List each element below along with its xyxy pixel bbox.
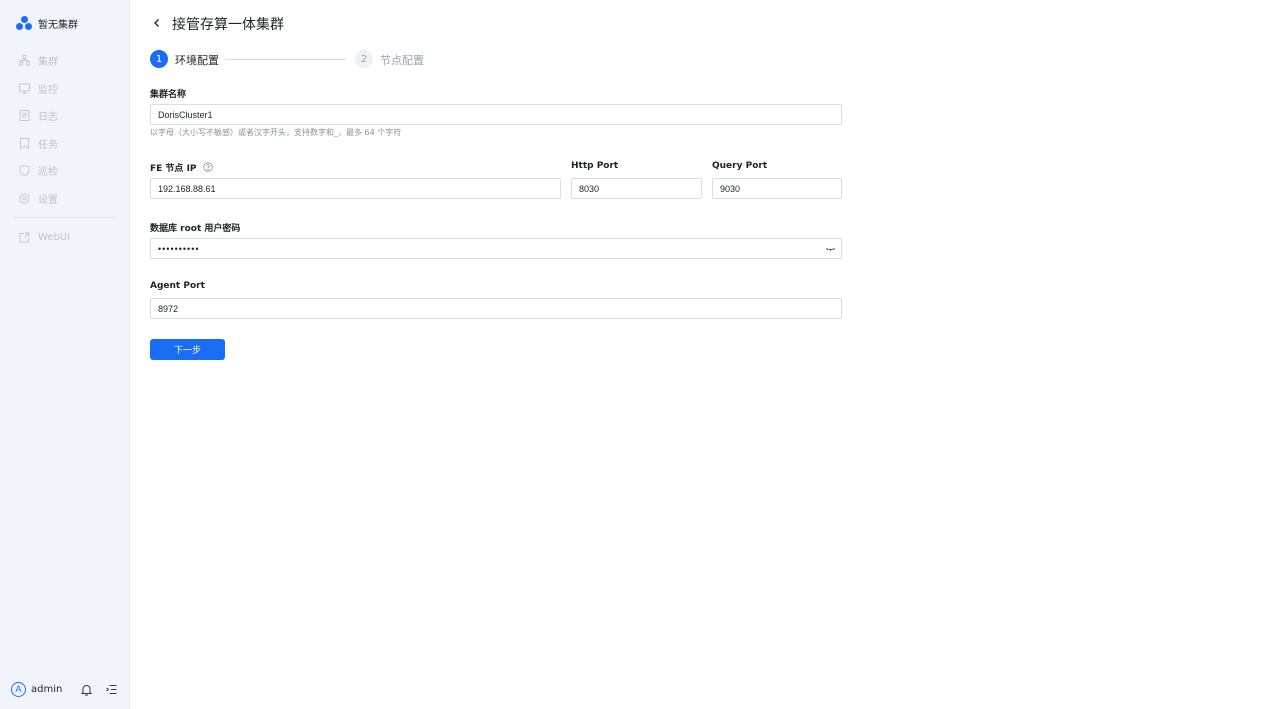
log-icon	[19, 110, 30, 122]
sidebar-item-log[interactable]: 日志	[0, 102, 130, 130]
fe-ip-label: FE 节点 IP	[150, 164, 197, 174]
sidebar-item-label: WebUI	[38, 232, 71, 244]
monitor-icon	[19, 83, 30, 94]
page-title: 接管存算一体集群	[172, 17, 284, 33]
sidebar-item-label: 巡检	[38, 167, 58, 179]
sidebar-item-label: 任务	[38, 139, 58, 151]
user-name[interactable]: admin	[31, 684, 62, 695]
settings-icon	[19, 192, 30, 204]
agent-port-input[interactable]: 8972	[150, 298, 842, 319]
cluster-name-label: 集群名称	[150, 90, 187, 100]
sidebar-item-task[interactable]: 任务	[0, 130, 130, 158]
fe-ip-input[interactable]: 192.168.88.61	[150, 178, 561, 199]
password-value: ••••••••••	[158, 243, 200, 254]
help-icon[interactable]	[202, 162, 213, 172]
root-password-input[interactable]: ••••••••••	[150, 238, 842, 259]
sidebar: 暂无集群 集群 监控 日志 任务 巡检 设置 WebUI A admin	[0, 0, 130, 709]
next-step-button[interactable]: 下一步	[150, 339, 225, 360]
sidebar-webui-section: WebUI	[0, 224, 130, 252]
sidebar-divider	[14, 217, 116, 218]
root-password-label: 数据库 root 用户密码	[150, 224, 241, 234]
main-content: 接管存算一体集群 1 环境配置 2 节点配置 集群名称 DorisCluster…	[130, 0, 1280, 709]
sidebar-item-label: 日志	[38, 112, 58, 124]
sidebar-item-label: 设置	[38, 194, 58, 206]
sidebar-nav: 集群 监控 日志 任务 巡检 设置	[0, 47, 130, 212]
sidebar-item-cluster[interactable]: 集群	[0, 47, 130, 75]
cluster-icon	[19, 55, 30, 66]
cluster-name-input[interactable]: DorisCluster1	[150, 104, 842, 125]
sidebar-item-settings[interactable]: 设置	[0, 185, 130, 213]
step-2-label: 节点配置	[380, 54, 424, 67]
http-port-label: Http Port	[571, 161, 619, 171]
cluster-logo-icon	[16, 15, 32, 31]
step-1-circle: 1	[150, 50, 168, 68]
sidebar-item-label: 监控	[38, 84, 58, 96]
query-port-input[interactable]: 9030	[712, 178, 842, 199]
task-icon	[19, 137, 30, 149]
bell-icon[interactable]	[80, 683, 93, 696]
step-1-label: 环境配置	[175, 54, 219, 67]
avatar[interactable]: A	[11, 682, 26, 697]
fe-ip-label-group: FE 节点 IP	[150, 161, 213, 174]
step-connector	[225, 59, 346, 60]
brand-name: 暂无集群	[38, 19, 78, 31]
eye-closed-icon[interactable]	[826, 245, 835, 253]
step-2-circle: 2	[355, 50, 373, 68]
brand[interactable]: 暂无集群	[16, 14, 78, 32]
http-port-input[interactable]: 8030	[571, 178, 702, 199]
cluster-name-hint: 以字母（大小写不敏感）或者汉字开头，支持数字和_，最多 64 个字符	[150, 128, 402, 137]
sidebar-item-label: 集群	[38, 57, 58, 69]
agent-port-label: Agent Port	[150, 281, 205, 291]
menu-fold-icon[interactable]	[105, 683, 118, 696]
sidebar-item-monitor[interactable]: 监控	[0, 75, 130, 103]
inspection-icon	[19, 165, 30, 177]
back-arrow-icon[interactable]	[150, 16, 164, 30]
query-port-label: Query Port	[712, 161, 768, 171]
sidebar-item-webui[interactable]: WebUI	[0, 224, 130, 252]
external-link-icon	[19, 232, 30, 243]
sidebar-item-inspection[interactable]: 巡检	[0, 157, 130, 185]
sidebar-footer: A admin	[0, 680, 130, 700]
